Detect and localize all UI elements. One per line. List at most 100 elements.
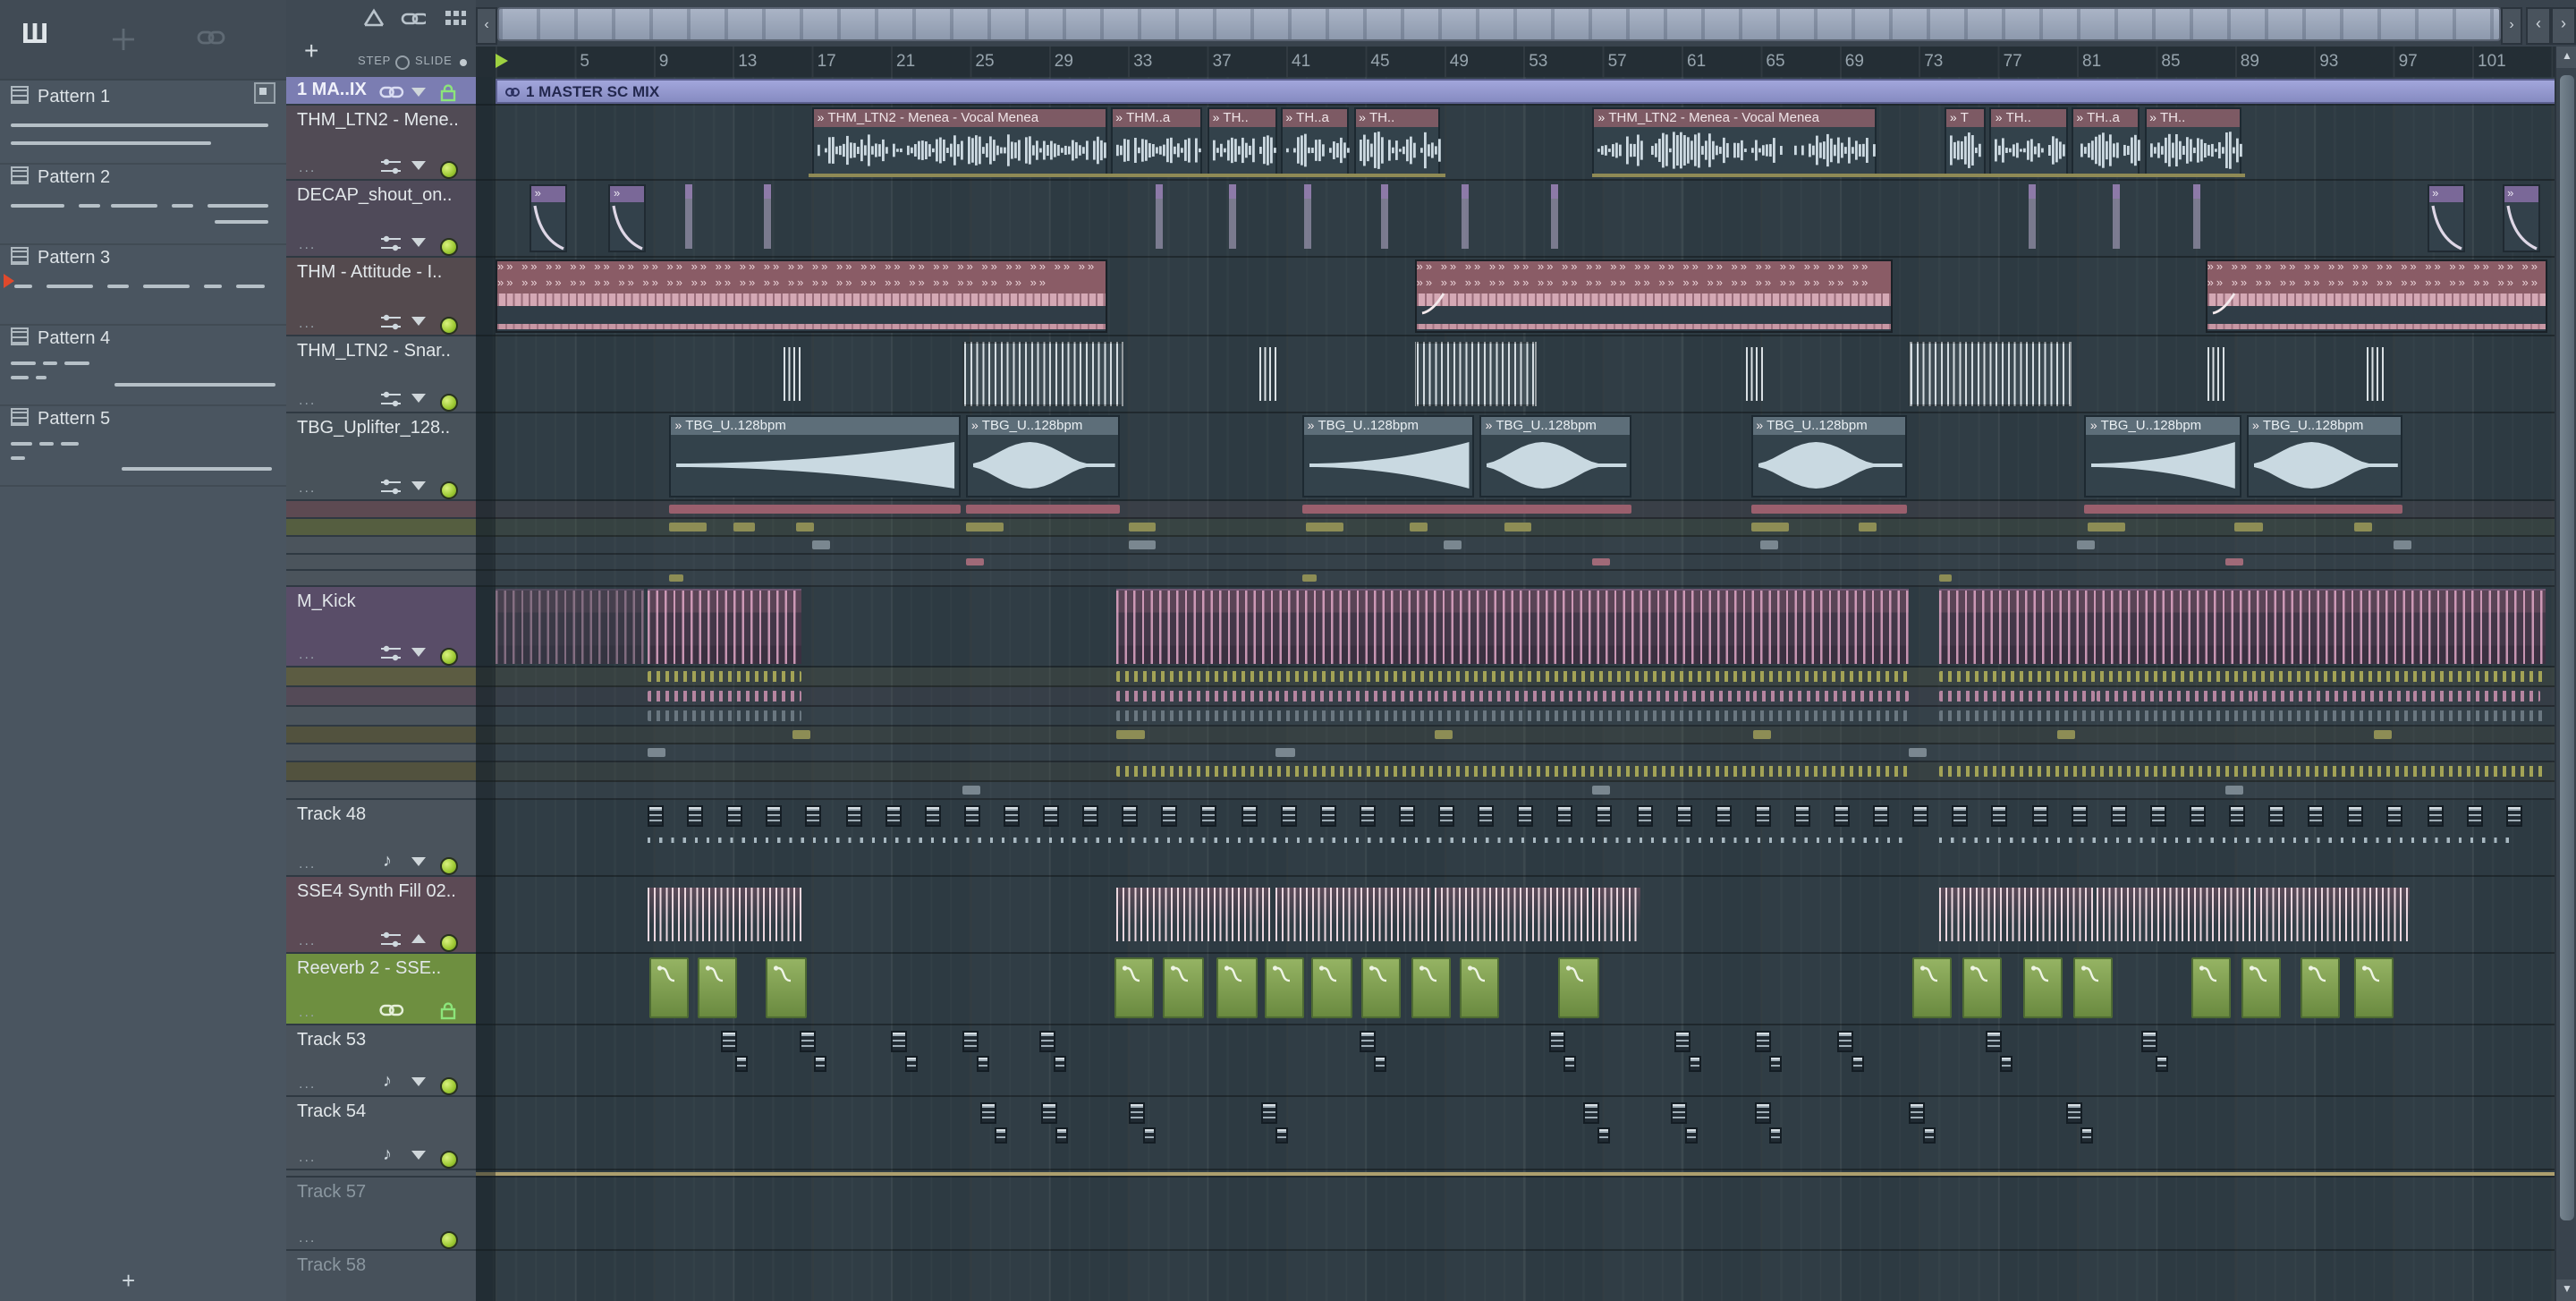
- track-row[interactable]: TBG_Uplifter_128.....: [286, 413, 476, 501]
- playlist-lane-strip[interactable]: [476, 727, 2555, 744]
- playlist-lane-strip[interactable]: [476, 519, 2555, 537]
- clip-attitude-loop[interactable]: »» »» »» »» »» »» »» »» »» »» »» »» »» »…: [496, 259, 1107, 333]
- clip-reverb-automation[interactable]: [649, 957, 690, 1018]
- strip-segment[interactable]: [1115, 691, 1273, 702]
- playlist-lane-attitude[interactable]: »» »» »» »» »» »» »» »» »» »» »» »» »» »…: [476, 258, 2555, 336]
- note-icon[interactable]: ♪: [383, 852, 392, 872]
- add-track-button[interactable]: +: [304, 36, 318, 64]
- playlist-lane-strip[interactable]: [476, 707, 2555, 727]
- strip-segment[interactable]: [811, 540, 830, 549]
- strip-segment[interactable]: [733, 523, 755, 531]
- strip-segment[interactable]: [2077, 540, 2096, 549]
- clip-snare-roll[interactable]: [2367, 347, 2385, 401]
- clip-kick-pattern[interactable]: [496, 589, 644, 664]
- clip-step-cell[interactable]: [1952, 805, 1969, 827]
- vertical-scrollbar[interactable]: ▲ ▼: [2555, 47, 2576, 1301]
- clip-step-sub[interactable]: [1852, 1056, 1865, 1072]
- clip-attitude-loop[interactable]: »» »» »» »» »» »» »» »» »» »» »» »» »» »…: [1414, 259, 1894, 333]
- clip-step-cell[interactable]: [1793, 805, 1810, 827]
- strip-segment[interactable]: [962, 786, 980, 795]
- strip-segment[interactable]: [2373, 730, 2392, 739]
- clip-decap-tick[interactable]: [1551, 184, 1559, 249]
- clip-attitude-loop[interactable]: »» »» »» »» »» »» »» »» »» »» »» »» »» »…: [2205, 259, 2548, 333]
- clip-step-sub[interactable]: [1142, 1127, 1156, 1144]
- strip-segment[interactable]: [1938, 671, 2546, 682]
- clip-step-cell[interactable]: [2141, 1031, 2158, 1052]
- strip-segment[interactable]: [1301, 574, 1317, 582]
- strip-segment[interactable]: [1301, 505, 1632, 514]
- mixer-route-icon[interactable]: [379, 157, 402, 175]
- strip-segment[interactable]: [2412, 691, 2540, 702]
- clip-step-cell[interactable]: [885, 805, 902, 827]
- clip-step-cell[interactable]: [1671, 1102, 1688, 1124]
- clip-step-sub[interactable]: [1275, 1127, 1288, 1144]
- clip-audio-vocal[interactable]: » TH..: [1353, 107, 1441, 175]
- mute-led[interactable]: [440, 1151, 458, 1169]
- clip-step-cell[interactable]: [962, 1031, 979, 1052]
- strip-segment[interactable]: [648, 710, 802, 721]
- clip-reverb-automation[interactable]: [766, 957, 807, 1018]
- clip-reverb-automation[interactable]: [2072, 957, 2113, 1018]
- clip-step-cell[interactable]: [1478, 805, 1495, 827]
- mute-led[interactable]: [440, 857, 458, 875]
- clip-step-cell[interactable]: [1596, 805, 1613, 827]
- clip-step-cell[interactable]: [2427, 805, 2444, 827]
- chevron-down-icon[interactable]: [411, 481, 426, 490]
- clip-step-cell[interactable]: [1582, 1102, 1599, 1124]
- playlist-lane-strip[interactable]: [476, 782, 2555, 800]
- playlist-lane-squares[interactable]: [476, 800, 2555, 877]
- clip-step-cell[interactable]: [1398, 805, 1415, 827]
- clip-uplifter[interactable]: » TBG_U..128bpm: [1479, 415, 1632, 497]
- clip-step-cell[interactable]: [1003, 805, 1020, 827]
- playlist-lane-strip[interactable]: [476, 501, 2555, 519]
- strip-segment[interactable]: [1750, 505, 1908, 514]
- strip-segment[interactable]: [1434, 730, 1453, 739]
- clip-reverb-automation[interactable]: [2241, 957, 2281, 1018]
- chevron-down-icon[interactable]: [411, 317, 426, 326]
- clip-decap-shout[interactable]: »: [2502, 184, 2540, 252]
- strip-segment[interactable]: [2084, 505, 2403, 514]
- clip-step-cell[interactable]: [2149, 805, 2166, 827]
- playlist-lane-empty[interactable]: [476, 1251, 2555, 1301]
- track-row[interactable]: [286, 555, 476, 571]
- lock-icon[interactable]: [440, 84, 456, 102]
- clip-audio-vocal[interactable]: » TH..: [2144, 107, 2241, 175]
- playlist-lane-uplifter[interactable]: » TBG_U..128bpm » TBG_U..128bpm » TBG_U..128b…: [476, 413, 2555, 501]
- note-icon[interactable]: ♪: [383, 1145, 392, 1165]
- strip-segment[interactable]: [2393, 540, 2411, 549]
- playlist-lane-empty[interactable]: [476, 1178, 2555, 1251]
- mute-led[interactable]: [440, 161, 458, 179]
- clip-snare-block[interactable]: [962, 342, 1124, 406]
- clip-uplifter[interactable]: » TBG_U..128bpm: [2084, 415, 2241, 497]
- clip-step-cell[interactable]: [687, 805, 704, 827]
- chevron-down-icon[interactable]: [411, 161, 426, 170]
- chevron-down-icon[interactable]: [411, 648, 426, 657]
- chevron-down-icon[interactable]: [411, 88, 426, 97]
- clip-step-cell[interactable]: [924, 805, 941, 827]
- clip-decap-tick[interactable]: [685, 184, 693, 249]
- mute-led[interactable]: [440, 1231, 458, 1249]
- clip-step-cell[interactable]: [1754, 805, 1771, 827]
- clip-decap-tick[interactable]: [1303, 184, 1311, 249]
- clip-step-sub[interactable]: [1768, 1056, 1782, 1072]
- zoom-out-icon[interactable]: ‹: [2526, 7, 2551, 45]
- clip-step-cell[interactable]: [1040, 1102, 1057, 1124]
- strip-segment[interactable]: [2234, 523, 2263, 531]
- playlist-lane-strip[interactable]: [476, 744, 2555, 762]
- clip-reverb-automation[interactable]: [2353, 957, 2394, 1018]
- chevron-down-icon[interactable]: [411, 238, 426, 247]
- mute-led[interactable]: [440, 317, 458, 335]
- clip-step-cell[interactable]: [2189, 805, 2206, 827]
- slide-toggle[interactable]: [460, 59, 467, 66]
- track-row[interactable]: [286, 519, 476, 537]
- strip-segment[interactable]: [1306, 523, 1344, 531]
- clip-step-cell[interactable]: [1319, 805, 1336, 827]
- vscroll-down-arrow[interactable]: ▼: [2556, 1280, 2576, 1301]
- pattern-item[interactable]: Pattern 2: [0, 163, 286, 245]
- track-row[interactable]: Track 53... ♪: [286, 1025, 476, 1097]
- clip-step-sub[interactable]: [734, 1056, 748, 1072]
- clip-step-cell[interactable]: [1715, 805, 1732, 827]
- playlist-lane-strip[interactable]: [476, 762, 2555, 782]
- clip-step-cell[interactable]: [1991, 805, 2008, 827]
- strip-segment[interactable]: [2224, 558, 2243, 565]
